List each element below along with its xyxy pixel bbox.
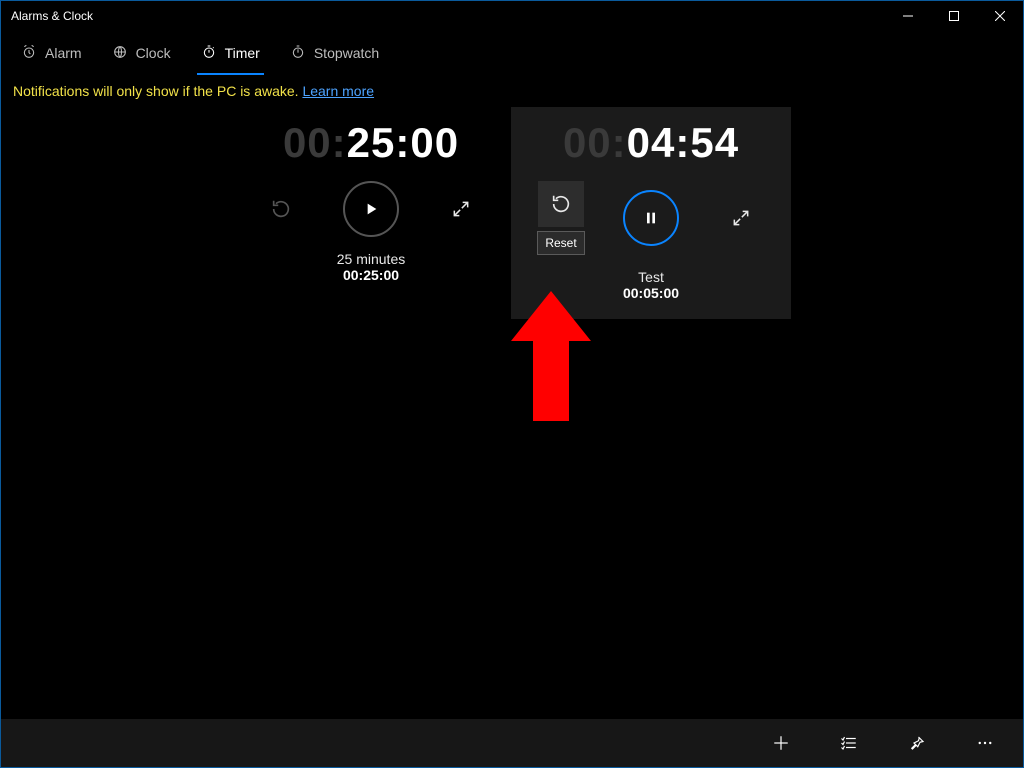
timer-name: Test <box>511 269 791 285</box>
play-icon <box>363 201 379 217</box>
pause-button[interactable] <box>623 190 679 246</box>
timer-rest: 25:00 <box>347 119 459 166</box>
expand-button[interactable] <box>718 195 764 241</box>
timer-card[interactable]: 00:25:00 25 minutes 00:25:00 <box>231 107 511 319</box>
stopwatch-icon <box>290 44 306 63</box>
close-button[interactable] <box>977 1 1023 31</box>
reset-icon <box>550 193 572 215</box>
timer-display: 00:25:00 <box>231 119 511 167</box>
tab-label: Clock <box>136 45 171 61</box>
expand-icon <box>731 208 751 228</box>
pause-icon <box>643 210 659 226</box>
titlebar: Alarms & Clock <box>1 1 1023 31</box>
tab-timer[interactable]: Timer <box>197 38 264 75</box>
window-controls <box>885 1 1023 31</box>
alarm-icon <box>21 44 37 63</box>
pin-icon <box>908 734 926 752</box>
add-timer-button[interactable] <box>747 719 815 767</box>
expand-button[interactable] <box>438 186 484 232</box>
maximize-button[interactable] <box>931 1 977 31</box>
list-edit-icon <box>840 734 858 752</box>
tab-label: Timer <box>225 45 260 61</box>
edit-timers-button[interactable] <box>815 719 883 767</box>
more-icon <box>976 734 994 752</box>
reset-button[interactable] <box>258 186 304 232</box>
timer-original: 00:05:00 <box>511 285 791 301</box>
reset-button[interactable] <box>538 181 584 227</box>
tab-clock[interactable]: Clock <box>108 38 175 75</box>
tab-stopwatch[interactable]: Stopwatch <box>286 38 383 75</box>
notification-text: Notifications will only show if the PC i… <box>13 83 302 99</box>
more-button[interactable] <box>951 719 1019 767</box>
timer-icon <box>201 44 217 63</box>
timer-hours-dim: 00: <box>283 119 347 166</box>
timer-card[interactable]: 00:04:54 Reset Test 00 <box>511 107 791 319</box>
pin-button[interactable] <box>883 719 951 767</box>
command-bar <box>1 719 1023 767</box>
clock-icon <box>112 44 128 63</box>
notification-bar: Notifications will only show if the PC i… <box>1 75 1023 107</box>
timer-display: 00:04:54 <box>511 119 791 167</box>
timer-hours-dim: 00: <box>563 119 627 166</box>
timer-name: 25 minutes <box>231 251 511 267</box>
play-button[interactable] <box>343 181 399 237</box>
window-title: Alarms & Clock <box>11 9 93 23</box>
tab-label: Stopwatch <box>314 45 379 61</box>
timers-area: 00:25:00 25 minutes 00:25:00 <box>1 107 1023 319</box>
plus-icon <box>772 734 790 752</box>
minimize-button[interactable] <box>885 1 931 31</box>
learn-more-link[interactable]: Learn more <box>302 83 374 99</box>
timer-rest: 04:54 <box>627 119 739 166</box>
expand-icon <box>451 199 471 219</box>
tab-label: Alarm <box>45 45 82 61</box>
timer-original: 00:25:00 <box>231 267 511 283</box>
tab-alarm[interactable]: Alarm <box>17 38 86 75</box>
nav-tabs: Alarm Clock Timer Stopwatch <box>1 31 1023 75</box>
reset-tooltip: Reset <box>537 231 584 255</box>
